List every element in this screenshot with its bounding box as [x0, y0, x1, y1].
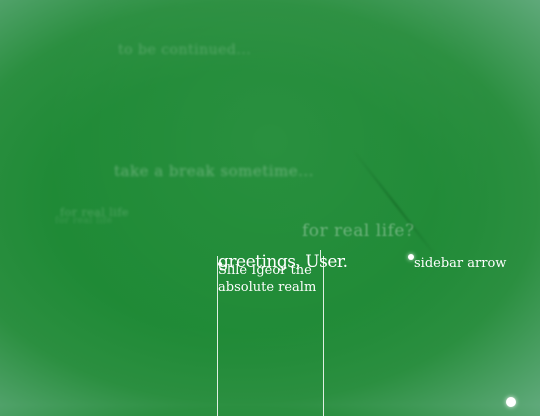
ghost-text-for-real-life-echo: for real life [55, 216, 113, 226]
subtitle-text: Slile Igeor the absolute realm [218, 263, 317, 295]
ghost-text-take-a-break: take a break sometime... [114, 162, 314, 180]
background-streak [352, 149, 440, 261]
glow-orb-icon [506, 397, 516, 407]
cursor-dot-icon [218, 262, 222, 266]
sidebar-arrow-label[interactable]: sidebar arrow [414, 256, 506, 271]
ghost-text-for-real-life-large: for real life? [302, 221, 415, 241]
ghost-text-to-be-continued: to be continued... [118, 42, 252, 58]
